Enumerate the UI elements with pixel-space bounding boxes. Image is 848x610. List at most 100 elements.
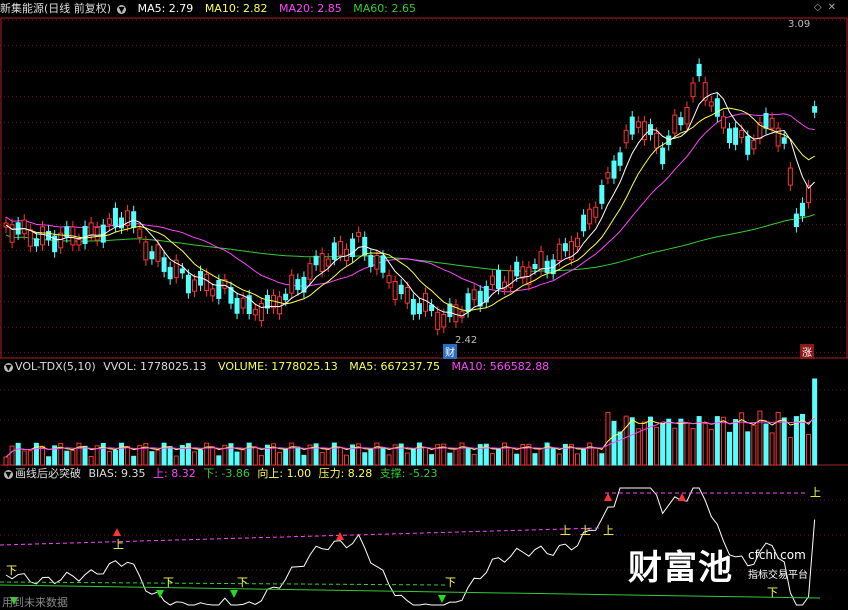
candle-body [167, 267, 173, 280]
candle-body [416, 303, 422, 315]
volume-bar [234, 451, 240, 466]
candle-body [538, 251, 544, 270]
limit-up-badge[interactable]: 涨 [800, 344, 814, 359]
up-mark-label: 上 [810, 486, 821, 499]
volume-bar [404, 452, 410, 466]
candle-body [380, 255, 386, 273]
candle-body [787, 167, 793, 186]
candle-body [404, 287, 410, 304]
volume-bar [15, 442, 21, 466]
volume-bar [696, 416, 702, 466]
watermark-site: cfchi.com [748, 548, 806, 562]
candle-body [216, 279, 222, 299]
candle-body [9, 224, 15, 243]
candle-body [337, 241, 343, 256]
candle-body [739, 129, 745, 139]
support-line-dashed [0, 581, 446, 586]
volume-bar [64, 450, 70, 466]
volume-bar [453, 448, 459, 466]
candle-body [325, 258, 331, 267]
volume-title: VOL-TDX(5,10) [15, 360, 96, 373]
volume-bar [240, 449, 246, 466]
candle-body [599, 185, 605, 204]
volume-bar [258, 455, 264, 466]
volume-bar [514, 453, 520, 466]
volume-bars [3, 378, 818, 466]
volume-bar [173, 455, 179, 466]
volume-bar [647, 416, 653, 466]
volume-bar [550, 447, 556, 466]
candle-body [155, 244, 161, 262]
volume-bar [210, 446, 216, 466]
volume-bar [781, 417, 787, 466]
volume-bar [605, 411, 611, 466]
candle-body [727, 128, 733, 144]
volume-bar [575, 453, 581, 466]
close-icon[interactable]: ✕ [828, 2, 842, 13]
volume-bar [277, 451, 283, 466]
settings-toggle-icon[interactable]: ▼ [117, 4, 127, 14]
volume-bar [423, 447, 429, 466]
volume-bar [362, 452, 368, 466]
candle-body [623, 129, 629, 144]
candle-body [672, 114, 678, 134]
up-arrow-icon [604, 493, 612, 501]
watermark-slogan: 指标交易平台 [748, 570, 808, 581]
candle-body [581, 214, 587, 232]
candle-body [88, 222, 94, 236]
volume-bar [733, 419, 739, 466]
volume-bar [769, 432, 775, 466]
candle-body [495, 269, 501, 289]
volume-bar [471, 453, 477, 466]
high-price-label: 3.09 [788, 19, 811, 30]
indicator-menu-icon[interactable]: ▼ [4, 469, 13, 479]
watermark-brand: 财富池 [628, 548, 733, 588]
candle-body [520, 266, 526, 279]
volume-bar [495, 448, 501, 466]
up-arrow-icon [113, 528, 121, 536]
volume-bar [593, 447, 599, 466]
candle-body [76, 238, 82, 246]
volume-bar [581, 447, 587, 466]
pressure-line-left [0, 527, 601, 546]
candle-body [94, 227, 100, 241]
candle-body [587, 208, 593, 225]
candle-body [812, 106, 818, 113]
volume-bar [489, 452, 495, 466]
volume-bar [125, 445, 131, 466]
finance-event-badge[interactable]: 财 [443, 344, 457, 359]
candle-body [562, 243, 568, 252]
chart-canvas[interactable]: 上上上上上下下下下下 [0, 0, 848, 608]
up-mark-label: 上 [580, 524, 591, 537]
ma5-value: MA5: 2.79 [137, 2, 194, 15]
volume-bar [672, 427, 678, 466]
candle-body [264, 295, 270, 309]
candle-body [690, 82, 696, 98]
up-arrow-icon [678, 493, 686, 501]
candle-body [240, 297, 246, 309]
diamond-icon[interactable]: ◇ [814, 2, 828, 13]
candle-body [793, 213, 799, 228]
candle-body [660, 147, 666, 165]
candle-body [258, 303, 264, 322]
candle-body [465, 293, 471, 313]
candle-body [210, 288, 216, 297]
vvol-value: VVOL: 1778025.13 [103, 360, 207, 373]
volume-bar [337, 446, 343, 466]
support-value: 支撑: -5.23 [379, 467, 438, 480]
ma60-value: MA60: 2.65 [353, 2, 416, 15]
window-controls[interactable]: ◇✕ [814, 2, 842, 13]
candle-body [21, 219, 27, 235]
indicator-title: 画线后必突破 [15, 467, 81, 480]
volume-ma10-value: MA10: 566582.88 [451, 360, 550, 373]
ma10-value: MA10: 2.82 [204, 2, 268, 15]
candle-body [514, 261, 520, 277]
volume-bar [131, 455, 137, 466]
down-mark-label: 下 [237, 576, 248, 589]
ma5-path [5, 91, 815, 317]
volume-menu-icon[interactable]: ▼ [4, 362, 13, 372]
volume-bar [325, 448, 331, 466]
volume-bar [283, 449, 289, 466]
candle-body [684, 106, 690, 125]
candle-body [179, 268, 185, 274]
